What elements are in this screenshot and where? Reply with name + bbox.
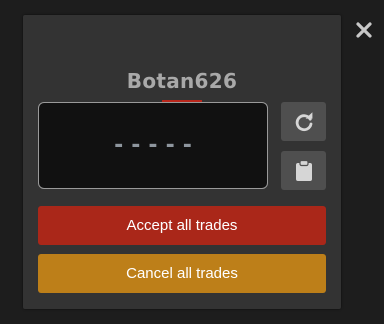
- copy-button[interactable]: [281, 151, 326, 190]
- screen: Botan626 ----- Accept all trades Cancel …: [0, 0, 384, 324]
- cancel-all-trades-button[interactable]: Cancel all trades: [38, 254, 326, 293]
- close-icon: [356, 22, 372, 38]
- refresh-button[interactable]: [281, 102, 326, 141]
- clipboard-icon: [295, 159, 312, 181]
- close-button[interactable]: [354, 20, 374, 40]
- accept-all-trades-button[interactable]: Accept all trades: [38, 206, 326, 245]
- code-placeholder: -----: [114, 133, 200, 158]
- refresh-icon: [295, 111, 312, 131]
- code-display[interactable]: -----: [38, 102, 268, 189]
- trade-confirm-dialog: Botan626 ----- Accept all trades Cancel …: [23, 15, 341, 309]
- account-name-title: Botan626: [126, 69, 238, 93]
